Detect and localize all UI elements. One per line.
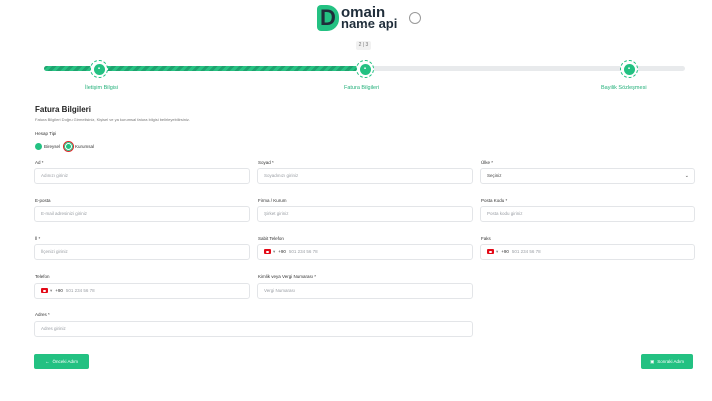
vergi-input[interactable]: Vergi Numarası: [257, 283, 473, 299]
posta-input[interactable]: Posta kodu giriniz: [480, 206, 695, 222]
sabit-tel-input[interactable]: ▾ +90 501 234 56 78: [257, 244, 473, 260]
telefon-input[interactable]: ▾ +90 501 234 56 78: [34, 283, 250, 299]
chevron-down-icon[interactable]: ▾: [50, 288, 52, 293]
account-type-label: Hesap Tipi: [35, 131, 57, 136]
globe-icon: [409, 12, 422, 24]
next-step-button[interactable]: ▣ Sonraki Adım: [641, 354, 693, 369]
step-3-circle[interactable]: ▪: [620, 60, 638, 78]
step-1-label[interactable]: İletişim Bilgisi: [85, 85, 118, 91]
account-type-radio-group: Bireysel Kurumsal: [35, 141, 94, 152]
ad-label: Ad *: [35, 160, 44, 165]
turkey-flag-icon[interactable]: [487, 249, 494, 255]
turkey-flag-icon[interactable]: [264, 249, 271, 255]
eposta-label: E-posta: [35, 198, 51, 203]
page-title: Fatura Bilgileri: [35, 105, 92, 114]
turkey-flag-icon[interactable]: [41, 288, 48, 294]
il-input[interactable]: İlçenizi giriniz: [34, 244, 250, 260]
faks-input[interactable]: ▾ +90 501 234 56 78: [480, 244, 695, 260]
posta-label: Posta Kodu *: [481, 198, 508, 203]
arrow-left-icon: ←: [44, 359, 50, 364]
adres-input[interactable]: Adres giriniz: [34, 321, 473, 337]
save-icon: ▣: [649, 358, 655, 364]
il-label: İl *: [35, 236, 41, 241]
sabit-tel-code: +90: [278, 249, 286, 254]
ulke-select[interactable]: Seçiniz ⌄: [480, 168, 695, 184]
previous-step-button[interactable]: ← Önceki Adım: [34, 354, 89, 369]
next-step-label: Sonraki Adım: [657, 359, 685, 364]
ad-input[interactable]: Adınızı giriniz: [34, 168, 250, 184]
telefon-code: +90: [55, 288, 63, 293]
faks-code: +90: [501, 249, 509, 254]
page-subtitle: Fatura Bilgileri Doğru Girmelisiniz, Kiş…: [35, 117, 190, 122]
previous-step-label: Önceki Adım: [52, 359, 78, 364]
handshake-icon: ▪: [623, 63, 635, 75]
ulke-label: Ülke *: [481, 160, 494, 165]
chevron-down-icon[interactable]: ▾: [496, 249, 498, 254]
step-counter: 2 | 3: [356, 41, 371, 50]
step-2-circle[interactable]: ▪: [356, 60, 374, 78]
faks-label: Faks: [481, 236, 491, 241]
step-2-label[interactable]: Fatura Bilgileri: [344, 85, 379, 91]
adres-label: Adres *: [35, 312, 50, 317]
radio-bireysel-label[interactable]: Bireysel: [44, 144, 60, 149]
chevron-down-icon: ⌄: [684, 173, 689, 179]
firma-input[interactable]: Şirket giriniz: [257, 206, 473, 222]
sabit-tel-placeholder: 501 234 56 78: [288, 249, 318, 254]
radio-kurumsal-highlight[interactable]: [63, 141, 75, 152]
soyad-input[interactable]: Soyadınızı giriniz: [257, 168, 473, 184]
firma-label: Firma / Kurum: [258, 198, 287, 203]
faks-placeholder: 501 234 56 78: [511, 249, 541, 254]
partner-label: ICANN: [359, 24, 371, 28]
vergi-label: Kimlik veya Vergi Numarası *: [258, 274, 317, 279]
radio-bireysel[interactable]: [35, 143, 42, 150]
eposta-input[interactable]: E-mail adresinizi giriniz: [34, 206, 250, 222]
ulke-select-value: Seçiniz: [487, 173, 502, 178]
logo-letter: D: [317, 5, 339, 31]
chevron-down-icon[interactable]: ▾: [273, 249, 275, 254]
telefon-placeholder: 501 234 56 78: [65, 288, 95, 293]
radio-kurumsal[interactable]: [65, 143, 73, 150]
step-1-circle[interactable]: ▪: [90, 60, 108, 78]
id-card-icon: ▪: [93, 63, 105, 75]
radio-kurumsal-label[interactable]: Kurumsal: [75, 144, 94, 149]
soyad-label: Soyad *: [258, 160, 274, 165]
sabit-tel-label: Sabit Telefon: [258, 236, 284, 241]
telefon-label: Telefon: [35, 274, 50, 279]
invoice-icon: ▪: [359, 63, 371, 75]
step-3-label[interactable]: Bayilik Sözleşmesi: [601, 85, 647, 91]
